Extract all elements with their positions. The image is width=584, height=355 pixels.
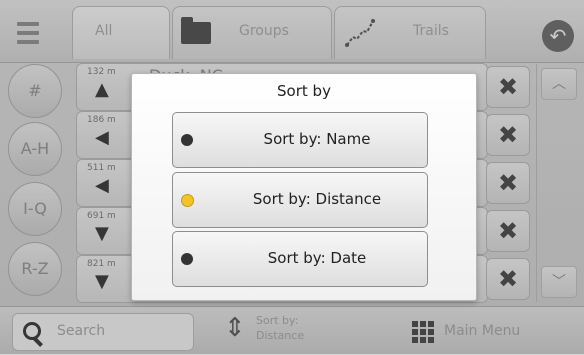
sort-by-distance-button[interactable]: Sort by: Distance	[172, 172, 428, 228]
option-label: Sort by: Date	[267, 249, 367, 267]
sort-by-name-button[interactable]: Sort by: Name	[172, 112, 428, 168]
sort-by-date-button[interactable]: Sort by: Date	[172, 231, 428, 287]
option-label: Sort by: Distance	[252, 190, 382, 208]
dialog-title: Sort by	[277, 82, 331, 100]
option-label: Sort by: Name	[263, 130, 371, 148]
sort-by-dialog: Sort by Sort by: Name Sort by: Distance …	[131, 73, 477, 301]
waypoint-list-screen: All Groups Trails ↶ # A-H I-Q R-Z 132 m …	[0, 0, 584, 355]
